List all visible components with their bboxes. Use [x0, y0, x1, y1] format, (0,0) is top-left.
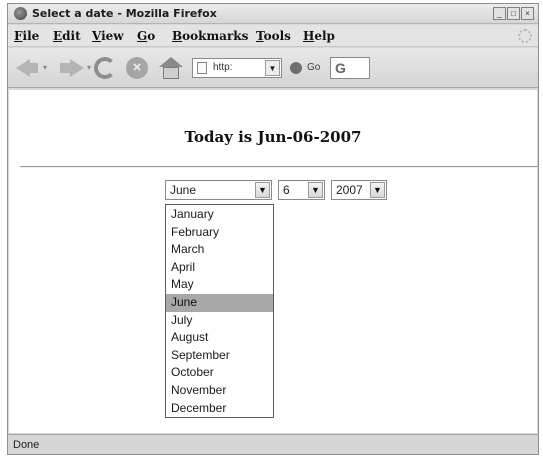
minimize-button[interactable]: _ — [493, 7, 506, 20]
home-icon[interactable] — [159, 57, 183, 79]
page-content: Today is Jun-06-2007 June ▼ 6 ▼ 2007 ▼ J… — [9, 90, 538, 433]
menu-edit[interactable]: Edit — [53, 29, 81, 43]
menu-view[interactable]: View — [92, 29, 124, 43]
navigation-toolbar: ▾ ▾ × http: ▼ Go G — [8, 48, 538, 88]
go-label[interactable]: Go — [307, 62, 320, 73]
month-option[interactable]: December — [166, 400, 273, 418]
menu-bookmarks[interactable]: Bookmarks — [172, 29, 248, 43]
day-select-value: 6 — [283, 183, 290, 197]
page-icon — [197, 62, 207, 74]
month-option-highlighted[interactable]: June — [166, 293, 273, 312]
menu-go[interactable]: Go — [137, 29, 155, 43]
day-select[interactable]: 6 ▼ — [278, 180, 325, 200]
url-history-chevron-icon[interactable]: ▼ — [265, 60, 280, 76]
chevron-down-icon[interactable]: ▼ — [255, 182, 270, 198]
chevron-down-icon[interactable]: ▼ — [370, 182, 385, 198]
maximize-button[interactable]: □ — [507, 7, 520, 20]
month-option[interactable]: July — [166, 312, 273, 330]
close-button[interactable]: × — [521, 7, 534, 20]
month-option[interactable]: September — [166, 347, 273, 365]
browser-window: Select a date - Mozilla Firefox _ □ × File… — [7, 3, 539, 455]
month-option[interactable]: October — [166, 364, 273, 382]
window-title: Select a date - Mozilla Firefox — [32, 7, 217, 20]
month-option[interactable]: May — [166, 276, 273, 294]
window-controls: _ □ × — [492, 7, 534, 21]
month-option[interactable]: April — [166, 259, 273, 277]
forward-arrow-icon[interactable] — [70, 59, 84, 77]
google-search-icon: G — [335, 60, 346, 76]
year-select[interactable]: 2007 ▼ — [331, 180, 387, 200]
month-option[interactable]: February — [166, 224, 273, 242]
stop-icon[interactable]: × — [126, 57, 148, 79]
month-option[interactable]: March — [166, 241, 273, 259]
forward-arrow-tail[interactable] — [60, 63, 70, 73]
home-body — [163, 67, 179, 79]
divider — [20, 166, 538, 168]
home-roof — [159, 57, 183, 67]
forward-history-chevron-icon[interactable]: ▾ — [87, 63, 91, 72]
back-history-chevron-icon[interactable]: ▾ — [43, 63, 47, 72]
page-title: Today is Jun-06-2007 — [184, 128, 362, 146]
menu-help[interactable]: Help — [303, 29, 335, 43]
menu-file[interactable]: File — [14, 29, 39, 43]
month-select[interactable]: June ▼ — [165, 180, 272, 200]
throbber-icon — [518, 29, 532, 43]
month-select-value: June — [170, 183, 197, 197]
month-option[interactable]: January — [166, 206, 273, 224]
month-option[interactable]: August — [166, 329, 273, 347]
back-arrow-tail[interactable] — [28, 63, 38, 73]
title-bar: Select a date - Mozilla Firefox _ □ × — [8, 4, 538, 24]
menu-bar: File Edit View Go Bookmarks Tools Help — [8, 25, 538, 47]
menu-tools[interactable]: Tools — [256, 29, 291, 43]
month-option[interactable]: November — [166, 382, 273, 400]
year-select-value: 2007 — [336, 183, 363, 197]
firefox-icon — [14, 7, 27, 20]
status-bar: Done — [8, 434, 538, 454]
url-bar[interactable]: http: ▼ — [192, 58, 282, 78]
chevron-down-icon[interactable]: ▼ — [308, 182, 323, 198]
url-text[interactable]: http: — [213, 62, 232, 73]
go-icon[interactable] — [290, 62, 302, 74]
search-box[interactable]: G — [330, 57, 370, 79]
month-dropdown-list: January February March April May June Ju… — [165, 204, 274, 418]
status-text: Done — [13, 439, 40, 451]
reload-icon[interactable] — [94, 57, 116, 79]
